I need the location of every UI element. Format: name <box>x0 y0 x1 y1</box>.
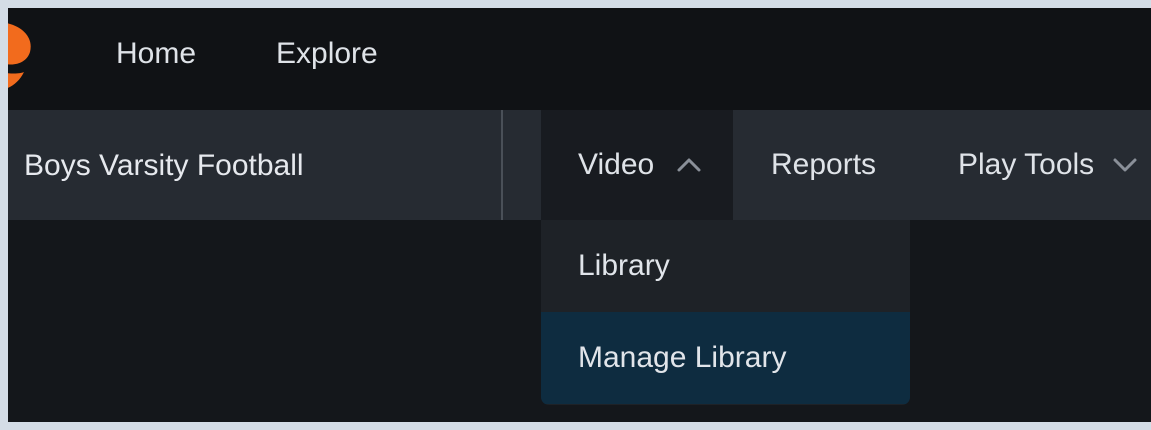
team-nav-bar: Boys Varsity Football Video Reports Play… <box>8 110 1151 220</box>
nav-explore-link[interactable]: Explore <box>276 36 378 72</box>
app-window: Home Explore Boys Varsity Football Video… <box>8 8 1151 422</box>
brand-logo-icon[interactable] <box>8 22 34 92</box>
chevron-down-icon <box>1113 158 1137 172</box>
tab-play-tools[interactable]: Play Tools <box>958 110 1138 220</box>
nav-home-link[interactable]: Home <box>116 36 196 72</box>
tab-play-tools-label: Play Tools <box>958 148 1095 181</box>
tab-video-label: Video <box>578 148 655 181</box>
menu-item-manage-library-label: Manage Library <box>578 341 787 374</box>
tab-video[interactable]: Video <box>541 110 733 220</box>
menu-item-manage-library[interactable]: Manage Library <box>541 312 910 404</box>
menu-item-library-label: Library <box>578 249 670 282</box>
tab-reports-label: Reports <box>771 148 877 181</box>
top-nav-bar: Home Explore <box>8 8 1151 110</box>
tab-reports[interactable]: Reports <box>771 110 876 220</box>
menu-item-library[interactable]: Library <box>541 220 910 312</box>
video-dropdown-menu: Library Manage Library <box>541 220 910 405</box>
nav-divider <box>501 110 503 220</box>
team-selector[interactable]: Boys Varsity Football <box>24 148 304 184</box>
chevron-up-icon <box>677 158 701 172</box>
